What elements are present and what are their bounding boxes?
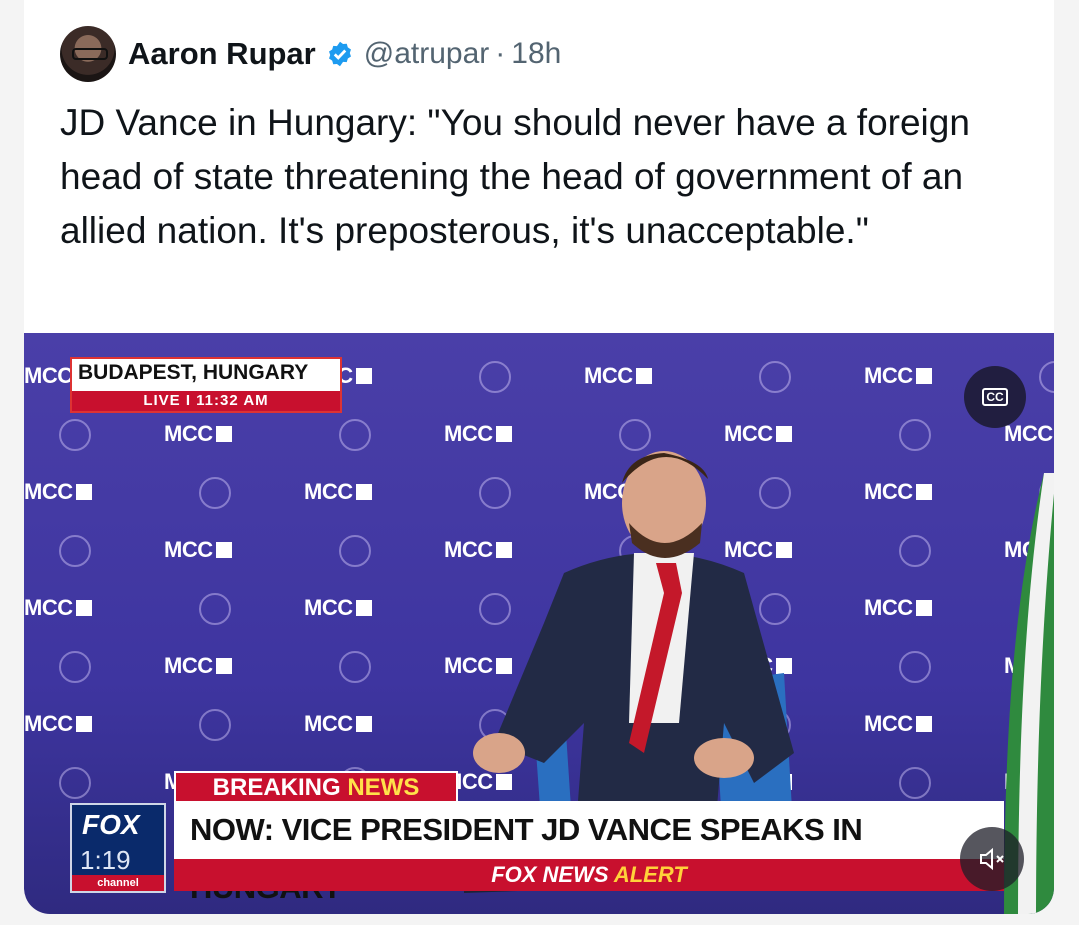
seal-emblem-icon: [899, 767, 931, 799]
news-label: NEWS: [347, 774, 420, 801]
alert-brand: FOX NEWS: [491, 862, 609, 887]
mcc-backdrop-logo: MCC: [864, 363, 932, 389]
seal-emblem-icon: [59, 767, 91, 799]
seal-emblem-icon: [899, 651, 931, 683]
verified-badge-icon: [328, 41, 351, 67]
seal-emblem-icon: [339, 419, 371, 451]
mcc-backdrop-logo: MCC: [164, 653, 232, 679]
channel-clock: 1:19: [80, 845, 131, 875]
mcc-backdrop-logo: MCC: [24, 479, 92, 505]
alert-word: ALERT: [613, 862, 687, 887]
tweet-header: Aaron Rupar @atrupar · 18h: [60, 24, 561, 84]
seal-emblem-icon: [1039, 361, 1054, 393]
seal-emblem-icon: [199, 477, 231, 509]
seal-emblem-icon: [59, 535, 91, 567]
mcc-backdrop-logo: MCC: [864, 595, 932, 621]
seal-emblem-icon: [339, 651, 371, 683]
mcc-backdrop-logo: MCC: [864, 479, 932, 505]
video-player[interactable]: MCC MCC MCC MCC MCC MCC MCC MCC MCC MCC MCC MCC MCC M…: [24, 333, 1054, 914]
mcc-backdrop-logo: MCC: [164, 537, 232, 563]
tweet-text: JD Vance in Hungary: "You should never h…: [60, 102, 970, 251]
mute-icon: [980, 847, 1004, 871]
author-handle[interactable]: @atrupar: [364, 37, 490, 71]
mcc-backdrop-logo: MCC: [304, 711, 372, 737]
location-text: BUDAPEST, HUNGARY: [78, 361, 309, 384]
author-avatar[interactable]: [60, 26, 116, 82]
breaking-label: BREAKING: [212, 774, 341, 801]
seal-emblem-icon: [339, 535, 371, 567]
channel-sub-label: channel: [72, 875, 164, 891]
seal-emblem-icon: [759, 361, 791, 393]
mcc-backdrop-logo: MCC: [584, 363, 652, 389]
seal-emblem-icon: [199, 593, 231, 625]
mcc-backdrop-logo: MCC: [164, 421, 232, 447]
closed-captions-button[interactable]: CC: [964, 366, 1026, 428]
seal-emblem-icon: [59, 651, 91, 683]
headline-chyron: NOW: VICE PRESIDENT JD VANCE SPEAKS IN H…: [174, 801, 1004, 905]
seal-emblem-icon: [479, 361, 511, 393]
mcc-backdrop-logo: MCC: [24, 595, 92, 621]
location-tag: BUDAPEST, HUNGARY LIVE I 11:32 AM: [70, 357, 342, 413]
tweet-timestamp[interactable]: 18h: [511, 37, 561, 71]
tweet-card[interactable]: Aaron Rupar @atrupar · 18h JD Vance in H…: [24, 0, 1054, 914]
mcc-backdrop-logo: MCC: [24, 711, 92, 737]
seal-emblem-icon: [899, 535, 931, 567]
fox-news-alert-bar: FOX NEWS ALERT: [174, 859, 1004, 891]
seal-emblem-icon: [59, 419, 91, 451]
fox-channel-logo: FOX 1:19 channel: [70, 803, 166, 893]
fox-logo-text: FOX: [82, 809, 140, 840]
breaking-news-banner: BREAKING NEWS: [174, 771, 458, 805]
mcc-backdrop-logo: MCC: [1004, 421, 1054, 447]
mcc-backdrop-logo: MCC: [304, 595, 372, 621]
separator-dot: ·: [495, 37, 506, 70]
mute-button[interactable]: [960, 827, 1024, 891]
mcc-backdrop-logo: MCC: [304, 479, 372, 505]
author-name[interactable]: Aaron Rupar: [128, 36, 316, 72]
seal-emblem-icon: [899, 419, 931, 451]
closed-captions-icon: CC: [982, 388, 1008, 406]
live-time-bar: LIVE I 11:32 AM: [72, 391, 340, 411]
mcc-backdrop-logo: MCC: [864, 711, 932, 737]
seal-emblem-icon: [199, 709, 231, 741]
